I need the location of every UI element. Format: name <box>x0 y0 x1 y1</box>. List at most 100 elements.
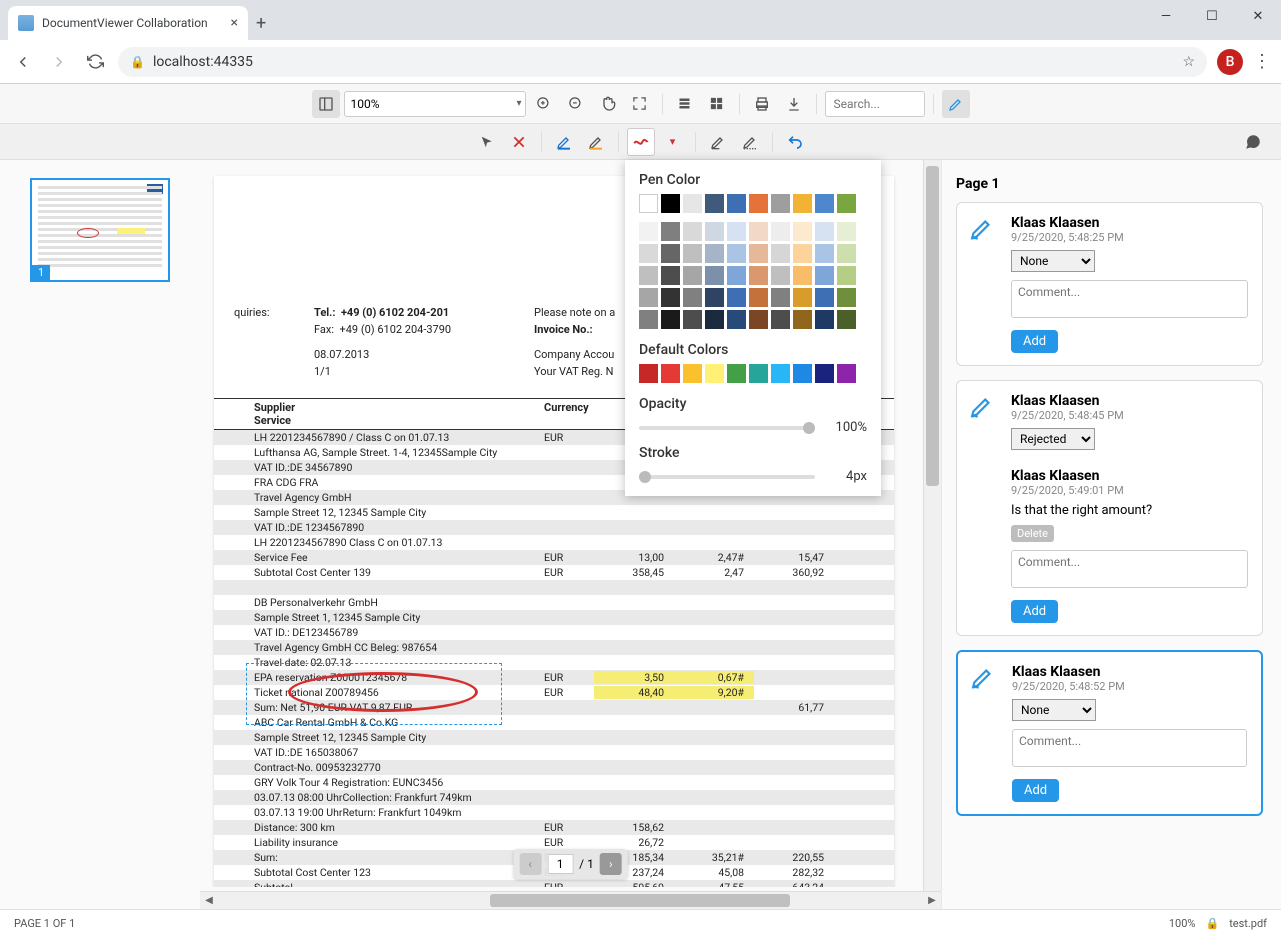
color-swatch[interactable] <box>837 288 856 307</box>
color-swatch[interactable] <box>705 266 724 285</box>
horizontal-scrollbar[interactable]: ◀ ▶ <box>200 891 941 909</box>
color-swatch[interactable] <box>749 310 768 329</box>
add-comment-button[interactable]: Add <box>1011 600 1058 623</box>
color-swatch[interactable] <box>727 288 746 307</box>
close-tab-icon[interactable]: × <box>231 15 238 31</box>
color-swatch[interactable] <box>815 310 834 329</box>
color-swatch[interactable] <box>793 310 812 329</box>
color-swatch[interactable] <box>793 288 812 307</box>
color-swatch[interactable] <box>749 364 768 383</box>
single-page-button[interactable] <box>671 90 699 118</box>
eraser-button[interactable] <box>704 128 732 156</box>
next-page-button[interactable]: › <box>600 853 622 875</box>
address-bar[interactable]: 🔒 localhost:44335 ☆ <box>118 47 1207 77</box>
status-select[interactable]: NoneRejected <box>1012 699 1096 721</box>
add-comment-button[interactable]: Add <box>1012 779 1059 802</box>
color-swatch[interactable] <box>683 194 702 213</box>
close-window-button[interactable]: ✕ <box>1235 0 1281 32</box>
color-swatch[interactable] <box>661 310 680 329</box>
color-swatch[interactable] <box>639 266 658 285</box>
color-swatch[interactable] <box>661 194 680 213</box>
pan-button[interactable] <box>594 90 622 118</box>
color-swatch[interactable] <box>683 310 702 329</box>
download-button[interactable] <box>780 90 808 118</box>
zoom-in-button[interactable] <box>530 90 558 118</box>
color-swatch[interactable] <box>749 222 768 241</box>
color-swatch[interactable] <box>793 194 812 213</box>
color-swatch[interactable] <box>815 222 834 241</box>
browser-menu-icon[interactable]: ⋮ <box>1253 51 1271 72</box>
prev-page-button[interactable]: ‹ <box>519 853 541 875</box>
color-swatch[interactable] <box>837 244 856 263</box>
color-swatch[interactable] <box>727 244 746 263</box>
color-swatch[interactable] <box>771 364 790 383</box>
select-tool-button[interactable] <box>473 128 501 156</box>
color-swatch[interactable] <box>815 194 834 213</box>
add-comment-button[interactable]: Add <box>1011 330 1058 353</box>
color-swatch[interactable] <box>837 310 856 329</box>
color-swatch[interactable] <box>771 222 790 241</box>
delete-reply-button[interactable]: Delete <box>1011 525 1054 542</box>
zoom-select[interactable] <box>344 91 526 117</box>
color-swatch[interactable] <box>771 288 790 307</box>
minimize-button[interactable]: — <box>1143 0 1189 32</box>
highlight-yellow-button[interactable] <box>582 128 610 156</box>
color-swatch[interactable] <box>683 244 702 263</box>
color-swatch[interactable] <box>815 266 834 285</box>
color-swatch[interactable] <box>771 266 790 285</box>
color-swatch[interactable] <box>683 266 702 285</box>
color-swatch[interactable] <box>639 364 658 383</box>
status-select[interactable]: NoneRejected <box>1011 428 1095 450</box>
color-swatch[interactable] <box>683 288 702 307</box>
color-swatch[interactable] <box>639 194 658 213</box>
sidebar-toggle-button[interactable] <box>312 90 340 118</box>
color-swatch[interactable] <box>639 310 658 329</box>
grid-view-button[interactable] <box>703 90 731 118</box>
color-swatch[interactable] <box>749 288 768 307</box>
reload-button[interactable] <box>82 49 108 75</box>
color-swatch[interactable] <box>683 364 702 383</box>
freehand-dropdown-button[interactable]: ▾ <box>659 128 687 156</box>
undo-button[interactable] <box>781 128 809 156</box>
back-button[interactable] <box>10 49 36 75</box>
color-swatch[interactable] <box>837 266 856 285</box>
comment-input[interactable] <box>1011 550 1248 588</box>
color-swatch[interactable] <box>639 288 658 307</box>
color-swatch[interactable] <box>639 222 658 241</box>
color-swatch[interactable] <box>661 266 680 285</box>
browser-tab[interactable]: DocumentViewer Collaboration × <box>8 6 248 40</box>
color-swatch[interactable] <box>793 266 812 285</box>
color-swatch[interactable] <box>837 194 856 213</box>
color-swatch[interactable] <box>749 244 768 263</box>
highlight-blue-button[interactable] <box>550 128 578 156</box>
color-swatch[interactable] <box>793 222 812 241</box>
color-swatch[interactable] <box>727 364 746 383</box>
color-swatch[interactable] <box>661 244 680 263</box>
thumbnail-page-1[interactable]: 1 <box>30 178 170 282</box>
maximize-button[interactable]: ☐ <box>1189 0 1235 32</box>
color-swatch[interactable] <box>815 288 834 307</box>
color-swatch[interactable] <box>639 244 658 263</box>
color-swatch[interactable] <box>771 310 790 329</box>
comment-card[interactable]: Klaas Klaasen9/25/2020, 5:48:52 PMNoneRe… <box>956 650 1263 816</box>
color-swatch[interactable] <box>661 288 680 307</box>
color-swatch[interactable] <box>749 266 768 285</box>
vertical-scrollbar[interactable] <box>923 160 941 891</box>
color-swatch[interactable] <box>661 364 680 383</box>
new-tab-button[interactable]: + <box>256 13 266 34</box>
color-swatch[interactable] <box>727 222 746 241</box>
color-swatch[interactable] <box>815 244 834 263</box>
color-swatch[interactable] <box>815 364 834 383</box>
color-swatch[interactable] <box>771 194 790 213</box>
color-swatch[interactable] <box>661 222 680 241</box>
forward-button[interactable] <box>46 49 72 75</box>
color-swatch[interactable] <box>705 288 724 307</box>
status-select[interactable]: NoneRejected <box>1011 250 1095 272</box>
color-swatch[interactable] <box>837 222 856 241</box>
color-swatch[interactable] <box>705 194 724 213</box>
fullscreen-button[interactable] <box>626 90 654 118</box>
color-swatch[interactable] <box>705 310 724 329</box>
color-swatch[interactable] <box>727 266 746 285</box>
opacity-slider[interactable] <box>639 426 815 430</box>
annotation-mode-button[interactable] <box>942 90 970 118</box>
